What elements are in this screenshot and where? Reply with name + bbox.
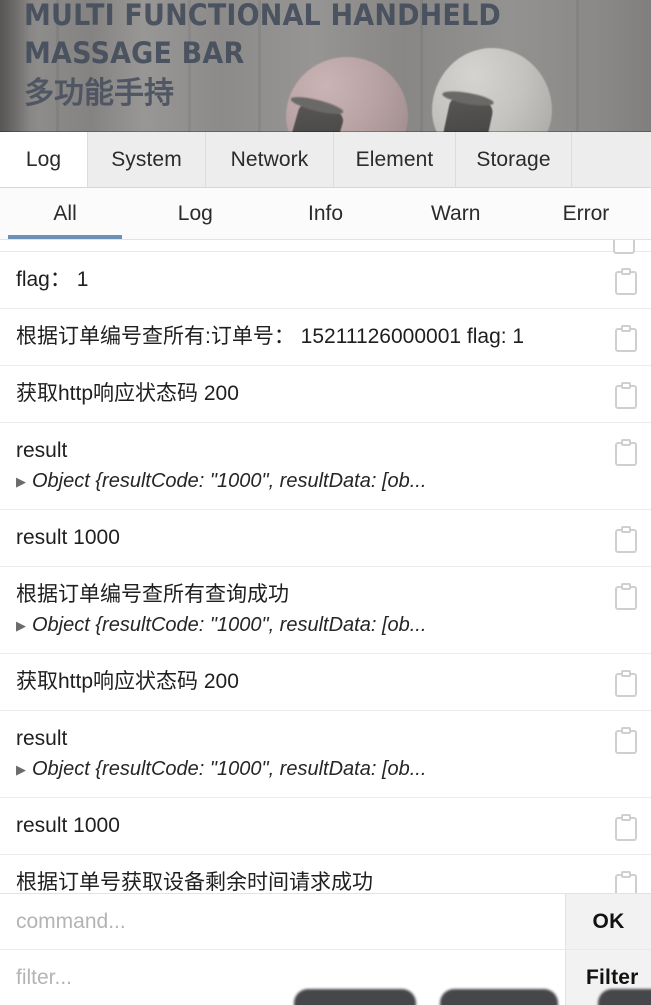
tab-log-label: Log [25,147,62,171]
filter-bar: Filter [0,949,651,1005]
log-message: 根据订单编号查所有:订单号： 15211126000001 flag: 1 [16,325,525,348]
log-row[interactable]: result ▶ Object {resultCode: "1000", resul… [0,711,651,798]
log-row-content: result 1000 [16,523,615,553]
log-message: result 1000 [16,814,120,837]
subtab-all[interactable]: All [0,188,130,239]
tab-network-label: Network [230,147,309,171]
log-row-content: result 1000 [16,811,615,841]
log-level-tabbar: All Log Info Warn Error [0,188,651,240]
disclosure-triangle-icon[interactable]: ▶ [16,467,26,496]
subtab-error[interactable]: Error [521,188,651,239]
command-input[interactable] [0,894,565,949]
log-row-content: flag： 1 [16,265,615,295]
log-object-text: Object {resultCode: "1000", resultData: … [32,614,427,636]
tab-system[interactable]: System [88,132,206,187]
log-message: result [16,439,68,462]
log-row[interactable]: flag： 1 [0,252,651,309]
log-list[interactable]: flag： 1 根据订单编号查所有:订单号： 15211126000001 fla… [0,240,651,893]
clipboard-copy-icon[interactable] [615,670,637,697]
subtab-info-label: Info [307,201,344,225]
hero-headline-line1: MULTI FUNCTIONAL HANDHELD [24,0,501,32]
hero-plank-line [576,0,579,132]
clipboard-copy-icon[interactable] [615,268,637,295]
log-row[interactable]: 根据订单号获取设备剩余时间请求成功▶Object {resultCode: "1… [0,855,651,893]
clipboard-copy-icon[interactable] [615,526,637,553]
product-hero-image: MULTI FUNCTIONAL HANDHELD MASSAGE BAR 多功… [0,0,651,132]
log-row-content: 获取http响应状态码 200 [16,379,615,409]
subtab-log[interactable]: Log [130,188,260,239]
log-row[interactable]: 获取http响应状态码 200 [0,654,651,711]
clipboard-copy-icon[interactable] [615,325,637,352]
tab-element[interactable]: Element [334,132,456,187]
log-row-content: 根据订单编号查所有查询成功 ▶ Object {resultCode: "1000"… [16,580,615,640]
log-object-preview[interactable]: ▶ Object {resultCode: "1000", resultData:… [16,755,605,784]
log-message: 获取http响应状态码 200 [16,382,239,405]
clipboard-copy-icon[interactable] [615,727,637,754]
log-object-preview[interactable]: ▶ Object {resultCode: "1000", resultData:… [16,611,605,640]
disclosure-triangle-icon[interactable]: ▶ [16,611,26,640]
tabbar-empty-slot [572,132,651,187]
subtab-info[interactable]: Info [260,188,390,239]
disclosure-triangle-icon[interactable]: ▶ [16,755,26,784]
log-message: flag： 1 [16,268,89,291]
command-bar: OK [0,893,651,949]
tab-network[interactable]: Network [206,132,334,187]
log-row-content: result ▶ Object {resultCode: "1000", resul… [16,436,615,496]
log-row-content: 根据订单号获取设备剩余时间请求成功▶Object {resultCode: "1… [16,868,615,893]
subtab-warn-label: Warn [431,201,481,225]
tab-storage[interactable]: Storage [456,132,572,187]
hero-headline-chinese: 多功能手持 [24,76,174,111]
clipboard-copy-icon[interactable] [613,240,635,254]
log-row[interactable]: 根据订单编号查所有查询成功 ▶ Object {resultCode: "1000"… [0,567,651,654]
log-row-partial[interactable] [0,240,651,254]
subtab-all-label: All [53,201,77,225]
tab-system-label: System [111,147,182,171]
log-row[interactable]: result ▶ Object {resultCode: "1000", resul… [0,423,651,510]
hero-headline-line2: MASSAGE BAR [24,36,245,70]
clipboard-copy-icon[interactable] [615,439,637,466]
log-object-text: Object {resultCode: "1000", resultData: … [32,470,427,492]
log-row-content: result ▶ Object {resultCode: "1000", resul… [16,724,615,784]
log-message: result 1000 [16,526,120,549]
hero-text-block: MULTI FUNCTIONAL HANDHELD MASSAGE BAR 多功… [24,0,537,112]
tab-element-label: Element [355,147,434,171]
log-message: 根据订单号获取设备剩余时间请求成功 [16,871,373,893]
clipboard-copy-icon[interactable] [615,814,637,841]
log-row[interactable]: result 1000 [0,510,651,567]
filter-input[interactable] [0,950,565,1005]
log-row-content: 根据订单编号查所有:订单号： 15211126000001 flag: 1 [16,322,615,352]
log-row-content: 获取http响应状态码 200 [16,667,615,697]
command-ok-button[interactable]: OK [565,894,651,949]
log-row[interactable]: result 1000 [0,798,651,855]
clipboard-copy-icon[interactable] [615,583,637,610]
log-message: 获取http响应状态码 200 [16,670,239,693]
subtab-error-label: Error [562,201,610,225]
filter-apply-button[interactable]: Filter [565,950,651,1005]
vconsole-panel: Log System Network Element Storage All L… [0,132,651,1005]
log-object-text: Object {resultCode: "1000", resultData: … [32,758,427,780]
tab-storage-label: Storage [476,147,551,171]
tab-log[interactable]: Log [0,132,88,187]
log-message: 根据订单编号查所有查询成功 [16,583,289,606]
log-row[interactable]: 获取http响应状态码 200 [0,366,651,423]
log-object-preview[interactable]: ▶ Object {resultCode: "1000", resultData:… [16,467,605,496]
subtab-warn[interactable]: Warn [391,188,521,239]
vconsole-screen: MULTI FUNCTIONAL HANDHELD MASSAGE BAR 多功… [0,0,651,1005]
log-message: result [16,727,68,750]
clipboard-copy-icon[interactable] [615,871,637,893]
vconsole-tabbar: Log System Network Element Storage [0,132,651,188]
log-row[interactable]: 根据订单编号查所有:订单号： 15211126000001 flag: 1 [0,309,651,366]
clipboard-copy-icon[interactable] [615,382,637,409]
subtab-log-label: Log [177,201,213,225]
